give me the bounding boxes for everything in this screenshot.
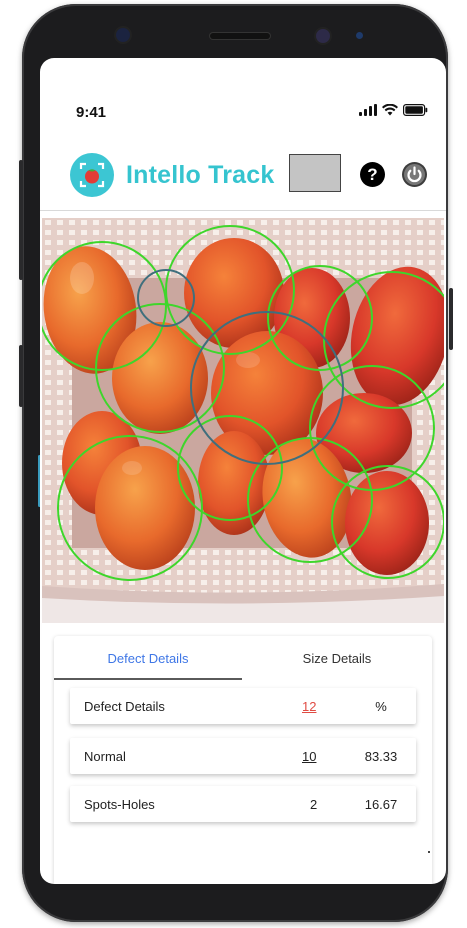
active-tab-indicator <box>54 678 242 680</box>
power-icon[interactable] <box>401 161 428 188</box>
details-card: Defect Details Size Details Defect Detai… <box>54 636 432 884</box>
bixby-button <box>19 345 23 407</box>
row-percent: 16.67 <box>364 796 398 812</box>
table-row: Normal 10 83.33 <box>70 738 416 774</box>
row-count-link[interactable]: 10 <box>302 749 316 764</box>
app-bar: Intello Track ? <box>40 146 446 208</box>
tab-size-details[interactable]: Size Details <box>242 636 432 680</box>
header-percent: % <box>375 698 387 714</box>
front-camera <box>316 29 330 43</box>
screen: 9:41 Intello Track ? Defect Details Size… <box>40 58 446 884</box>
status-icons <box>359 104 428 116</box>
wifi-icon <box>382 104 398 116</box>
table-header-row: Defect Details 12 % <box>70 688 416 724</box>
signal-icon <box>359 104 377 116</box>
row-label: Spots-Holes <box>84 796 155 812</box>
row-label: Normal <box>84 748 126 764</box>
scroll-indicator <box>428 851 430 853</box>
earpiece-speaker <box>210 33 270 39</box>
row-percent: 83.33 <box>364 748 398 764</box>
row-count: 2 <box>310 796 318 812</box>
tab-defect-details[interactable]: Defect Details <box>54 636 242 680</box>
power-side-button <box>449 288 453 350</box>
color-swatch[interactable] <box>289 154 341 192</box>
total-count-link[interactable]: 12 <box>302 699 316 714</box>
table-row: Spots-Holes 2 16.67 <box>70 786 416 822</box>
app-bar-divider <box>40 210 446 211</box>
volume-button <box>19 160 23 280</box>
tomato-camera-icon <box>70 153 114 197</box>
front-sensor <box>116 28 130 42</box>
header-label: Defect Details <box>84 698 165 714</box>
battery-icon <box>403 104 428 116</box>
proximity-sensor <box>356 32 363 39</box>
help-button[interactable]: ? <box>360 162 385 187</box>
details-tabs: Defect Details Size Details <box>54 636 432 680</box>
tomato-basket-image <box>42 218 444 623</box>
status-time: 9:41 <box>76 104 107 121</box>
app-title: Intello Track <box>126 161 275 189</box>
